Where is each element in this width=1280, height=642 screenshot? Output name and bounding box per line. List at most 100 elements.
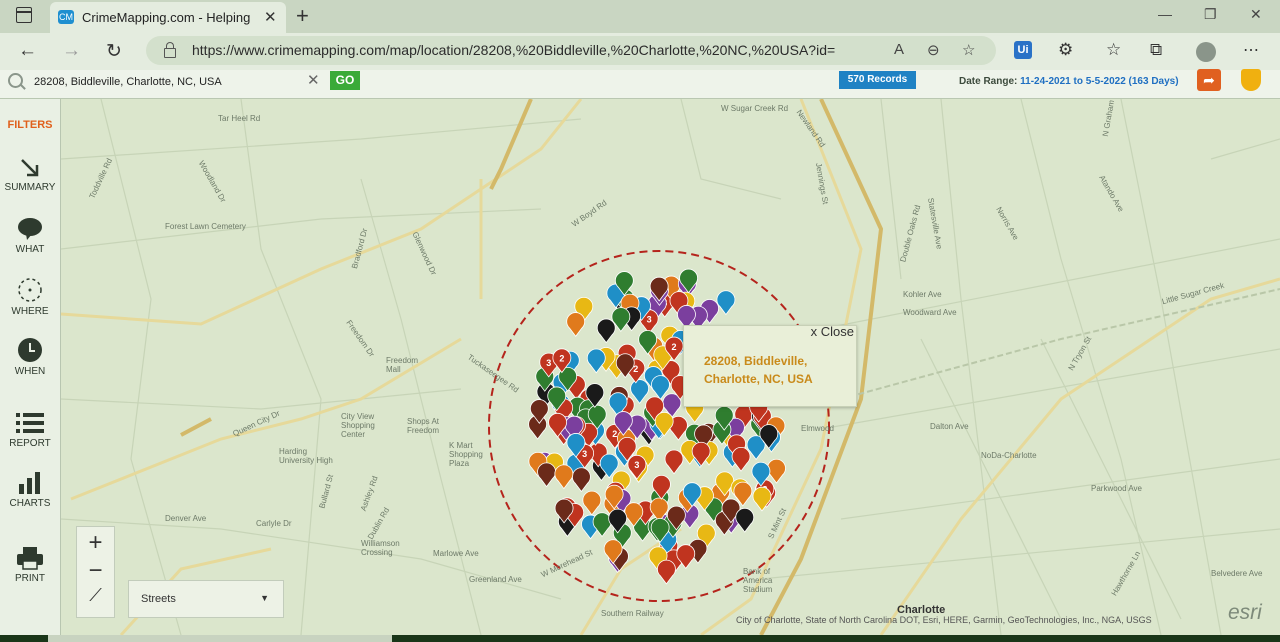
browser-nav-bar: ← → ↻ https://www.crimemapping.com/map/l…: [0, 33, 1280, 71]
share-icon[interactable]: ➦: [1197, 69, 1221, 91]
crime-marker[interactable]: [735, 507, 755, 533]
crime-marker[interactable]: [752, 486, 772, 512]
sidebar-item-print[interactable]: PRINT: [0, 546, 60, 584]
crime-marker[interactable]: [554, 464, 574, 490]
street-label: Dalton Ave: [930, 422, 969, 431]
sidebar-item-label: CHARTS: [9, 498, 51, 509]
crime-marker[interactable]: [731, 447, 751, 472]
street-label: Denver Ave: [165, 514, 207, 523]
street-label: Belvedere Ave: [1211, 569, 1263, 578]
crime-marker[interactable]: [716, 290, 736, 316]
map-attribution: City of Charlotte, State of North Caroli…: [736, 615, 1152, 625]
collections-icon[interactable]: ⧉: [1150, 40, 1162, 60]
clock-icon: [18, 338, 42, 362]
records-count-button[interactable]: 570 Records: [839, 71, 916, 89]
zoom-control: + − ⟋: [76, 526, 115, 618]
street-label: City View Shopping Center: [341, 412, 375, 439]
street-label: Parkwood Ave: [1091, 484, 1142, 493]
crime-marker[interactable]: [571, 467, 591, 493]
popup-address: 28208, Biddleville, Charlotte, NC, USA: [704, 354, 813, 386]
esri-logo: esri: [1228, 601, 1262, 624]
crime-marker[interactable]: [630, 379, 650, 404]
speech-bubble-icon: [18, 218, 42, 240]
crime-marker[interactable]: [537, 462, 556, 488]
go-button[interactable]: GO: [330, 71, 360, 90]
browser-tab-bar: CM CrimeMapping.com - Helping You Build …: [0, 0, 1280, 33]
police-badge-icon[interactable]: [1241, 69, 1261, 91]
marker-count-label: 3: [634, 460, 639, 470]
sidebar-item-charts[interactable]: CHARTS: [0, 471, 60, 509]
crime-marker[interactable]: [566, 312, 586, 337]
taskbar-item[interactable]: [48, 635, 392, 642]
target-icon: [18, 278, 42, 302]
street-label: Tar Heel Rd: [218, 114, 261, 123]
minimize-icon[interactable]: —: [1158, 6, 1172, 22]
zoom-out-icon[interactable]: ⊖: [927, 41, 940, 59]
lock-icon: [164, 42, 176, 58]
location-popup: x Close 28208, Biddleville, Charlotte, N…: [683, 324, 857, 407]
sidebar-item-label: WHEN: [14, 366, 46, 377]
app-toolbar: ✕ GO 570 Records Date Range: 11-24-2021 …: [0, 69, 1280, 99]
date-range-value[interactable]: 11-24-2021 to 5-5-2022 (163 Days): [1020, 76, 1178, 87]
tab-close-icon[interactable]: ✕: [264, 8, 277, 26]
tab-actions-icon[interactable]: [16, 7, 32, 23]
sidebar-item-when[interactable]: WHEN: [0, 337, 60, 377]
street-label: Woodward Ave: [903, 308, 957, 317]
crime-marker[interactable]: [586, 348, 606, 374]
sidebar-item-label: WHAT: [15, 244, 45, 255]
sidebar-item-what[interactable]: WHAT: [0, 217, 60, 255]
read-aloud-icon[interactable]: A: [894, 41, 904, 58]
crime-marker[interactable]: [664, 449, 684, 475]
crime-markers-layer: 23232333232: [528, 268, 786, 585]
browser-tab[interactable]: CM CrimeMapping.com - Helping You Build …: [50, 2, 286, 33]
bar-chart-icon: [19, 472, 40, 494]
restore-icon[interactable]: ❐: [1204, 6, 1217, 23]
crime-marker[interactable]: [596, 318, 616, 344]
popup-close-button[interactable]: x Close: [811, 324, 854, 339]
list-icon: [16, 413, 44, 433]
clear-search-icon[interactable]: ✕: [307, 71, 320, 89]
street-label: K Mart Shopping Plaza: [449, 441, 483, 468]
basemap-select[interactable]: Streets ▼: [128, 580, 284, 618]
street-label: Williamson Crossing: [361, 539, 400, 557]
arrow-down-right-icon: [21, 159, 39, 177]
street-label: Elmwood: [801, 424, 834, 433]
street-label: Marlowe Ave: [433, 549, 479, 558]
new-tab-icon[interactable]: +: [296, 3, 309, 29]
printer-icon: [17, 547, 43, 570]
address-search-input[interactable]: [30, 72, 333, 92]
crime-marker[interactable]: [657, 559, 676, 585]
crime-map[interactable]: 23232333232 Tar Heel Rd Toddville Rd Woo…: [61, 99, 1280, 635]
marker-count-label: 2: [559, 354, 564, 364]
forward-icon[interactable]: →: [62, 40, 81, 62]
marker-count-label: 3: [647, 314, 652, 324]
search-icon: [8, 73, 23, 88]
date-range[interactable]: Date Range: 11-24-2021 to 5-5-2022 (163 …: [959, 76, 1179, 87]
more-menu-icon[interactable]: ⋯: [1243, 40, 1259, 60]
address-bar[interactable]: https://www.crimemapping.com/map/locatio…: [146, 36, 996, 65]
close-window-icon[interactable]: ✕: [1250, 6, 1262, 23]
extension-ui-icon[interactable]: Ui: [1014, 41, 1032, 59]
sidebar-item-report[interactable]: REPORT: [0, 411, 60, 449]
refresh-icon[interactable]: ↻: [106, 40, 122, 63]
profile-avatar[interactable]: [1196, 42, 1216, 62]
filters-label: FILTERS: [7, 119, 53, 131]
zoom-out-button[interactable]: −: [77, 557, 114, 585]
street-label: Freedom Mall: [386, 356, 419, 374]
crime-marker[interactable]: [582, 490, 602, 516]
extensions-icon[interactable]: ⚙: [1058, 40, 1073, 60]
sidebar-item-label: SUMMARY: [4, 182, 56, 193]
crime-marker[interactable]: [592, 512, 612, 538]
favorites-icon[interactable]: ☆: [1106, 40, 1121, 60]
favicon-icon: CM: [58, 10, 74, 24]
draw-tool-icon[interactable]: ⟋: [77, 585, 114, 606]
marker-count-label: 2: [612, 429, 617, 439]
street-label: NoDa-Charlotte: [981, 451, 1037, 460]
back-icon[interactable]: ←: [18, 40, 37, 62]
sidebar-item-summary[interactable]: SUMMARY: [0, 157, 60, 193]
favorite-add-icon[interactable]: ☆: [962, 41, 975, 59]
sidebar-item-where[interactable]: WHERE: [0, 277, 60, 317]
sidebar-item-label: PRINT: [15, 573, 45, 584]
left-sidebar: FILTERS SUMMARY WHAT WHERE WHEN REPORT C…: [0, 99, 61, 635]
zoom-in-button[interactable]: +: [77, 529, 114, 557]
